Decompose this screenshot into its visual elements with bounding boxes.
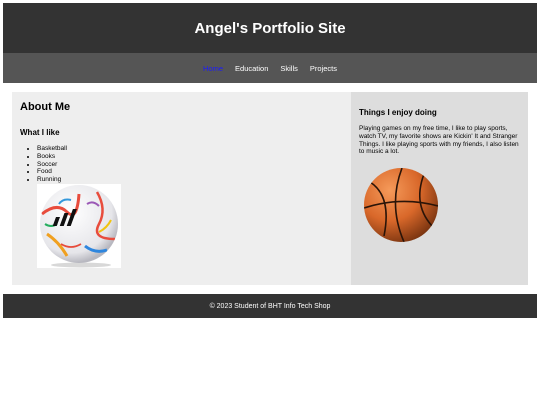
soccer-ball-image (37, 184, 121, 268)
nav-link-projects[interactable]: Projects (304, 64, 343, 73)
site-title: Angel's Portfolio Site (194, 19, 346, 37)
list-item: Running (37, 176, 67, 184)
nav-link-education[interactable]: Education (229, 64, 274, 73)
list-item: Books (37, 153, 67, 161)
main-nav: Home Education Skills Projects (3, 53, 537, 83)
site-footer: © 2023 Student of BHT Info Tech Shop (3, 294, 537, 318)
about-me-heading: About Me (20, 101, 71, 113)
basketball-image (362, 166, 440, 244)
footer-text: © 2023 Student of BHT Info Tech Shop (209, 302, 331, 310)
things-i-enjoy-paragraph: Playing games on my free time, I like to… (359, 125, 519, 156)
what-i-like-heading: What I like (20, 128, 60, 137)
list-item: Basketball (37, 145, 67, 153)
list-item: Food (37, 168, 67, 176)
things-i-enjoy-heading: Things I enjoy doing (359, 108, 437, 117)
likes-list: Basketball Books Soccer Food Running (20, 145, 67, 184)
list-item: Soccer (37, 161, 67, 169)
about-me-section: About Me What I like Basketball Books So… (12, 92, 351, 285)
nav-link-home[interactable]: Home (197, 64, 229, 73)
things-i-enjoy-section: Things I enjoy doing Playing games on my… (351, 92, 528, 285)
site-header: Angel's Portfolio Site (3, 3, 537, 53)
nav-link-skills[interactable]: Skills (274, 64, 304, 73)
